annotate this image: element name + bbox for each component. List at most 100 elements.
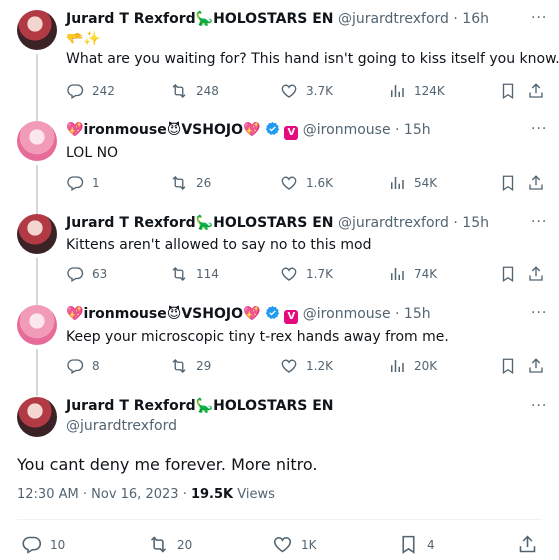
thread-line — [36, 258, 38, 308]
reply-button[interactable]: 1 — [66, 174, 100, 192]
display-name[interactable]: ironmouse — [83, 306, 166, 322]
bookmark-icon — [398, 534, 419, 555]
tweet[interactable]: 💖ironmouse😈VSHOJO💖 V @ironmouse · 15h ··… — [0, 121, 559, 215]
main-display-name[interactable]: Jurard T Rexford🦕HOLOSTARS EN — [66, 398, 333, 414]
avatar[interactable] — [17, 121, 57, 161]
tweet-text: Keep your microscopic tiny t-rex hands a… — [66, 329, 449, 345]
tweet-time[interactable]: 12:30 AM — [17, 487, 79, 502]
repost-button[interactable]: 248 — [170, 82, 219, 100]
repost-button[interactable]: 29 — [170, 357, 211, 375]
like-button[interactable]: 1.7K — [280, 265, 333, 283]
views-icon — [388, 174, 406, 192]
like-icon — [280, 357, 298, 375]
views-button[interactable]: 74K — [388, 265, 437, 283]
separator-dot: · — [82, 487, 87, 502]
reply-icon — [66, 357, 84, 375]
bookmark-button[interactable]: 4 — [398, 534, 435, 555]
views-button[interactable]: 20K — [388, 357, 437, 375]
like-icon — [280, 82, 298, 100]
display-name-suffix[interactable]: HOLOSTARS EN — [213, 215, 333, 231]
repost-button[interactable]: 26 — [170, 174, 211, 192]
tweet-actions: 63 114 1.7K 74K — [66, 265, 546, 285]
like-button[interactable]: 3.7K — [280, 82, 333, 100]
display-name-suffix[interactable]: VSHOJO — [181, 306, 243, 322]
share-button[interactable] — [527, 357, 553, 375]
more-icon[interactable]: ··· — [531, 214, 547, 230]
thread-line — [36, 349, 38, 396]
main-tweet-text: You cant deny me forever. More nitro. — [17, 455, 318, 474]
share-button[interactable] — [527, 174, 553, 192]
avatar[interactable] — [17, 397, 57, 437]
main-handle[interactable]: @jurardtrexford — [66, 418, 177, 434]
tweet-header: Jurard T Rexford🦕HOLOSTARS EN @jurardtre… — [66, 10, 489, 28]
tweet-actions: 8 29 1.2K 20K — [66, 357, 546, 377]
reply-button[interactable]: 10 — [21, 534, 65, 555]
bookmark-button[interactable] — [499, 174, 525, 192]
more-icon[interactable]: ··· — [531, 121, 547, 137]
bookmark-button[interactable] — [499, 82, 525, 100]
like-button[interactable]: 1K — [272, 534, 317, 555]
repost-button[interactable]: 20 — [148, 534, 192, 555]
separator-dot: · — [453, 11, 458, 27]
views-button[interactable]: 54K — [388, 174, 437, 192]
more-icon[interactable]: ··· — [531, 10, 547, 26]
tweet-actions: 1 26 1.6K 54K — [66, 174, 546, 194]
avatar[interactable] — [17, 305, 57, 345]
bookmark-button[interactable] — [499, 357, 525, 375]
reply-count: 1 — [92, 176, 100, 190]
share-button[interactable] — [527, 82, 553, 100]
views-count: 54K — [414, 176, 438, 190]
repost-icon — [170, 357, 188, 375]
tweet-text: What are you waiting for? This hand isn'… — [66, 51, 559, 67]
more-icon[interactable]: ··· — [531, 398, 547, 414]
devil-emoji: 😈 — [166, 306, 182, 322]
affiliate-badge-icon[interactable]: V — [284, 126, 299, 140]
tweet[interactable]: 💖ironmouse😈VSHOJO💖 V @ironmouse · 15h ··… — [0, 305, 559, 396]
bookmark-button[interactable] — [499, 265, 525, 283]
share-icon — [527, 357, 545, 375]
like-button[interactable]: 1.2K — [280, 357, 333, 375]
handle[interactable]: @jurardtrexford — [338, 11, 449, 27]
views-count: 124K — [414, 84, 445, 98]
handle[interactable]: @ironmouse — [303, 122, 391, 138]
more-icon[interactable]: ··· — [531, 305, 547, 321]
tweet-header: 💖ironmouse😈VSHOJO💖 V @ironmouse · 15h — [66, 305, 431, 324]
handle[interactable]: @ironmouse — [303, 306, 391, 322]
tweet-date[interactable]: Nov 16, 2023 — [91, 487, 178, 502]
display-name[interactable]: ironmouse — [83, 122, 166, 138]
reply-icon — [21, 534, 42, 555]
reply-button[interactable]: 63 — [66, 265, 107, 283]
display-name-suffix[interactable]: HOLOSTARS EN — [213, 398, 333, 414]
avatar[interactable] — [17, 10, 57, 50]
reply-button[interactable]: 8 — [66, 357, 100, 375]
avatar[interactable] — [17, 214, 57, 254]
display-name[interactable]: Jurard T Rexford — [66, 11, 196, 27]
like-button[interactable]: 1.6K — [280, 174, 333, 192]
share-button[interactable] — [527, 265, 553, 283]
like-icon — [272, 534, 293, 555]
tweet[interactable]: Jurard T Rexford🦕HOLOSTARS EN @jurardtre… — [0, 10, 559, 127]
share-button[interactable] — [517, 534, 546, 555]
separator-dot: · — [182, 487, 187, 502]
reply-button[interactable]: 242 — [66, 82, 115, 100]
affiliate-badge-icon[interactable]: V — [284, 310, 299, 324]
timestamp[interactable]: 15h — [404, 122, 431, 138]
reply-icon — [66, 174, 84, 192]
reply-count: 8 — [92, 359, 100, 373]
handle[interactable]: @jurardtrexford — [338, 215, 449, 231]
timestamp[interactable]: 15h — [462, 215, 489, 231]
display-name[interactable]: Jurard T Rexford — [66, 215, 196, 231]
main-tweet-actions: 10 20 1K 4 — [17, 534, 542, 556]
display-name-suffix[interactable]: HOLOSTARS EN — [213, 11, 333, 27]
display-name-suffix[interactable]: VSHOJO — [181, 122, 243, 138]
tweet[interactable]: Jurard T Rexford🦕HOLOSTARS EN @jurardtre… — [0, 214, 559, 308]
separator-dot: · — [453, 215, 458, 231]
display-name[interactable]: Jurard T Rexford — [66, 398, 196, 414]
repost-button[interactable]: 114 — [170, 265, 219, 283]
tweet-text: Kittens aren't allowed to say no to this… — [66, 237, 372, 253]
divider — [17, 519, 542, 520]
views-button[interactable]: 124K — [388, 82, 445, 100]
share-icon — [517, 534, 538, 555]
timestamp[interactable]: 15h — [404, 306, 431, 322]
timestamp[interactable]: 16h — [462, 11, 489, 27]
